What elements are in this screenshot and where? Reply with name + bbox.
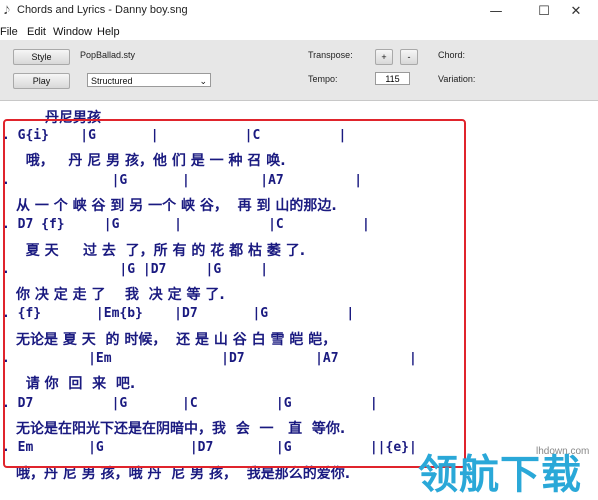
music-note-icon: 𝅘𝅥𝅮 <box>4 4 10 17</box>
chevron-down-icon: ⌄ <box>199 76 207 86</box>
menu-window[interactable]: Window <box>53 24 92 40</box>
play-button[interactable]: Play <box>13 73 70 89</box>
chord-line: . D7 {f} |G | |C | <box>2 217 370 233</box>
lyric-line: 哦，丹 尼 男 孩，哦 丹 尼 男 孩， 我是那么的爱你. <box>16 465 351 482</box>
chord-line: . Em |G |D7 |G ||{e}| <box>2 440 417 456</box>
minimize-button[interactable]: — <box>476 1 516 23</box>
mode-select[interactable]: Structured ⌄ <box>87 73 211 87</box>
style-file-label: PopBallad.sty <box>80 50 136 60</box>
transpose-minus-button[interactable]: - <box>400 49 418 65</box>
mode-select-value: Structured <box>91 76 133 86</box>
lyric-line: 夏 天 过 去 了，所 有 的 花 都 枯 萎 了. <box>16 242 306 259</box>
chord-line: . |G |D7 |G | <box>2 261 269 277</box>
minimize-icon: — <box>489 4 503 19</box>
maximize-icon: ☐ <box>538 4 550 19</box>
close-icon: ✕ <box>570 4 582 19</box>
menu-edit[interactable]: Edit <box>27 24 46 40</box>
chord-line: . {f} |Em{b} |D7 |G | <box>2 306 355 322</box>
menu-file[interactable]: File <box>0 24 18 40</box>
chord-label: Chord: <box>438 50 466 60</box>
style-button[interactable]: Style <box>13 49 70 65</box>
toolbar: Style PopBallad.sty Play Structured ⌄ Tr… <box>0 40 598 101</box>
window-title: Chords and Lyrics - Danny boy.sng <box>17 4 188 16</box>
window-titlebar: 𝅘𝅥𝅮 Chords and Lyrics - Danny boy.sng — … <box>0 0 598 25</box>
tempo-label: Tempo: <box>308 74 338 84</box>
transpose-label: Transpose: <box>308 50 353 60</box>
lyric-line: 请 你 回 来 吧. <box>16 376 136 393</box>
lyric-line: 你 决 定 走 了 我 决 定 等 了. <box>16 287 225 304</box>
close-button[interactable]: ✕ <box>556 1 596 23</box>
lyric-line: 哦， 丹 尼 男 孩，他 们 是 一 种 召 唤. <box>16 153 286 170</box>
song-sheet[interactable]: 丹尼男孩 . G{i} |G | |C | 哦， 丹 尼 男 孩，他 们 是 一… <box>0 101 598 498</box>
tempo-input[interactable]: 115 <box>375 72 410 85</box>
lyric-line: 无论是 夏 天 的 时候， 还 是 山 谷 白 雪 皑 皑， <box>16 331 337 348</box>
watermark-site: lhdown.com <box>536 446 590 457</box>
chord-line: . D7 |G |C |G | <box>2 395 378 411</box>
song-title: 丹尼男孩 <box>45 110 101 126</box>
lyric-line: 从 一 个 峡 谷 到 另 一个 峡 谷， 再 到 山的那边. <box>16 197 337 214</box>
lyric-line: 无论是在阳光下还是在阴暗中，我 会 一 直 等你. <box>16 420 346 437</box>
chord-line: . G{i} |G | |C | <box>2 128 347 143</box>
transpose-plus-button[interactable]: + <box>375 49 393 65</box>
menu-bar: File Edit Window Help <box>0 24 598 40</box>
variation-label: Variation: <box>438 74 476 84</box>
chord-line: . |G | |A7 | <box>2 172 363 188</box>
menu-help[interactable]: Help <box>97 24 120 40</box>
chord-line: . |Em |D7 |A7 | <box>2 351 417 366</box>
